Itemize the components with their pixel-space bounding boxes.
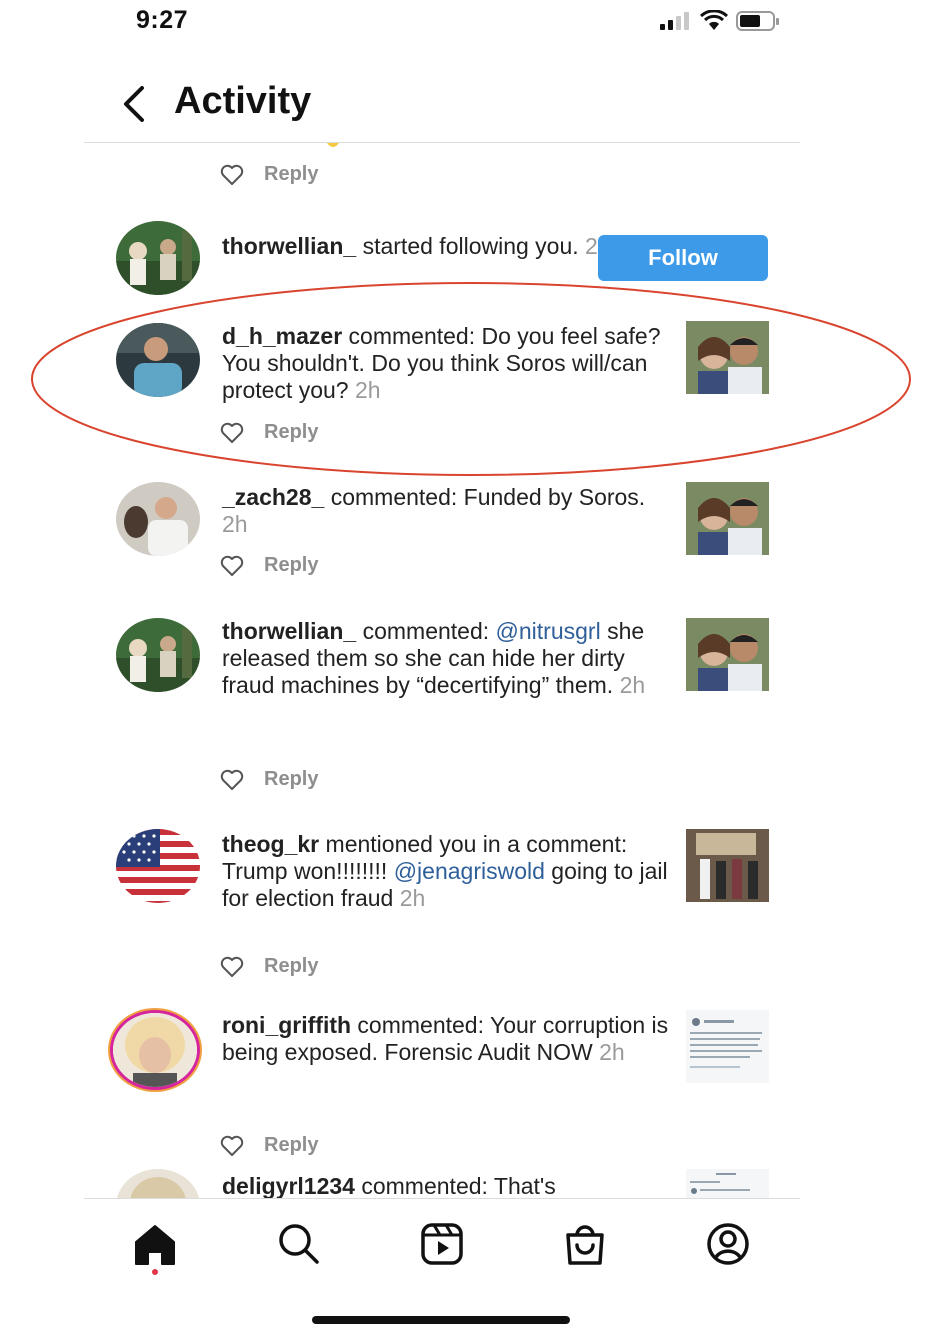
avatar[interactable] <box>116 323 200 397</box>
reply-button[interactable]: Reply <box>264 1134 318 1157</box>
activity-text: theog_kr mentioned you in a comment: Tru… <box>222 831 668 911</box>
follow-button[interactable]: Follow <box>598 235 768 281</box>
battery-icon <box>736 11 779 31</box>
avatar-photo <box>113 1013 197 1087</box>
username[interactable]: roni_griffith <box>222 1012 351 1038</box>
username[interactable]: deligyrl1234 <box>222 1173 355 1198</box>
heart-outline-icon[interactable] <box>220 956 244 978</box>
avatar-photo <box>116 323 200 397</box>
post-photo <box>686 321 769 394</box>
reels-icon <box>421 1223 463 1265</box>
home-icon <box>135 1225 175 1265</box>
mention-link[interactable]: @nitrusgrl <box>496 618 601 644</box>
timestamp: 2h <box>619 672 646 698</box>
avatar[interactable] <box>116 829 200 903</box>
avatar[interactable] <box>116 482 200 556</box>
heart-outline-icon[interactable] <box>220 769 244 791</box>
tab-search[interactable] <box>274 1219 324 1269</box>
post-photo <box>686 482 769 555</box>
tab-home[interactable] <box>130 1219 180 1269</box>
decorative-emoji-fragment <box>327 143 339 147</box>
reply-row: Reply <box>220 421 318 444</box>
avatar-story-ring[interactable] <box>110 1010 200 1090</box>
reply-row: Reply <box>220 955 318 978</box>
avatar[interactable] <box>116 221 200 295</box>
username[interactable]: theog_kr <box>222 831 319 857</box>
list-item: thorwellian_ commented: @nitrusgrl she r… <box>84 616 800 790</box>
tab-reels[interactable] <box>417 1219 467 1269</box>
chevron-left-icon <box>124 86 144 122</box>
post-thumbnail[interactable] <box>686 482 769 555</box>
avatar-photo <box>116 482 200 556</box>
activity-text: d_h_mazer commented: Do you feel safe? Y… <box>222 323 661 403</box>
post-photo <box>686 829 769 902</box>
post-thumbnail[interactable] <box>686 321 769 394</box>
post-thumbnail[interactable] <box>686 1169 769 1198</box>
notification-dot <box>152 1269 158 1275</box>
username[interactable]: d_h_mazer <box>222 323 342 349</box>
tab-profile[interactable] <box>703 1219 753 1269</box>
post-thumbnail[interactable] <box>686 618 769 691</box>
username[interactable]: thorwellian_ <box>222 233 356 259</box>
avatar-photo <box>116 1169 200 1198</box>
activity-text: thorwellian_ commented: @nitrusgrl she r… <box>222 618 646 698</box>
page-title: Activity <box>174 80 312 122</box>
post-screenshot <box>686 1010 769 1083</box>
timestamp: 2h <box>222 511 248 537</box>
list-item: _zach28_ commented: Funded by Soros. 2h … <box>84 482 800 592</box>
avatar-photo <box>116 618 200 692</box>
timestamp: 2h <box>599 1039 625 1065</box>
back-button[interactable] <box>118 84 152 124</box>
us-flag-avatar <box>116 829 200 903</box>
heart-outline-icon[interactable] <box>220 164 244 186</box>
reply-button[interactable]: Reply <box>264 768 318 791</box>
list-item: roni_griffith commented: Your corruption… <box>84 1010 800 1156</box>
reply-row: Reply <box>220 768 318 791</box>
status-time: 9:27 <box>136 6 189 34</box>
wifi-icon <box>700 10 728 30</box>
list-item-partial: deligyrl1234 commented: That's <box>84 1169 800 1198</box>
home-indicator[interactable] <box>312 1316 570 1324</box>
shop-icon <box>566 1225 604 1265</box>
header: Activity <box>84 70 800 143</box>
status-bar: 9:27 <box>0 0 952 50</box>
tab-shop[interactable] <box>560 1219 610 1269</box>
list-item: d_h_mazer commented: Do you feel safe? Y… <box>84 321 800 451</box>
activity-feed[interactable]: Reply thorwellian_ started following you… <box>84 143 800 1198</box>
post-thumbnail[interactable] <box>686 829 769 902</box>
activity-text: roni_griffith commented: Your corruption… <box>222 1012 669 1065</box>
heart-outline-icon[interactable] <box>220 555 244 577</box>
avatar[interactable] <box>116 1169 200 1198</box>
reply-button[interactable]: Reply <box>264 421 318 444</box>
status-icons <box>658 10 780 32</box>
activity-text: _zach28_ commented: Funded by Soros. 2h <box>222 484 646 537</box>
username[interactable]: thorwellian_ <box>222 618 356 644</box>
post-photo <box>686 618 769 691</box>
tab-bar <box>84 1198 800 1289</box>
heart-outline-icon[interactable] <box>220 1135 244 1157</box>
profile-icon <box>707 1223 749 1265</box>
timestamp: 2h <box>399 885 426 911</box>
heart-outline-icon[interactable] <box>220 422 244 444</box>
reply-row: Reply <box>220 1134 318 1157</box>
mention-link[interactable]: @jenagriswold <box>394 858 545 884</box>
timestamp: 2h <box>354 377 381 403</box>
cellular-signal-icon <box>660 12 689 30</box>
reply-button[interactable]: Reply <box>264 163 318 186</box>
activity-text: deligyrl1234 commented: That's <box>222 1173 556 1198</box>
reply-row: Reply <box>220 554 318 577</box>
post-screenshot <box>686 1169 769 1198</box>
search-icon <box>279 1224 319 1264</box>
avatar-photo <box>116 221 200 295</box>
avatar[interactable] <box>116 618 200 692</box>
reply-button[interactable]: Reply <box>264 554 318 577</box>
reply-row: Reply <box>220 163 318 186</box>
reply-button[interactable]: Reply <box>264 955 318 978</box>
list-item: theog_kr mentioned you in a comment: Tru… <box>84 829 800 979</box>
username[interactable]: _zach28_ <box>222 484 324 510</box>
post-thumbnail[interactable] <box>686 1010 769 1083</box>
